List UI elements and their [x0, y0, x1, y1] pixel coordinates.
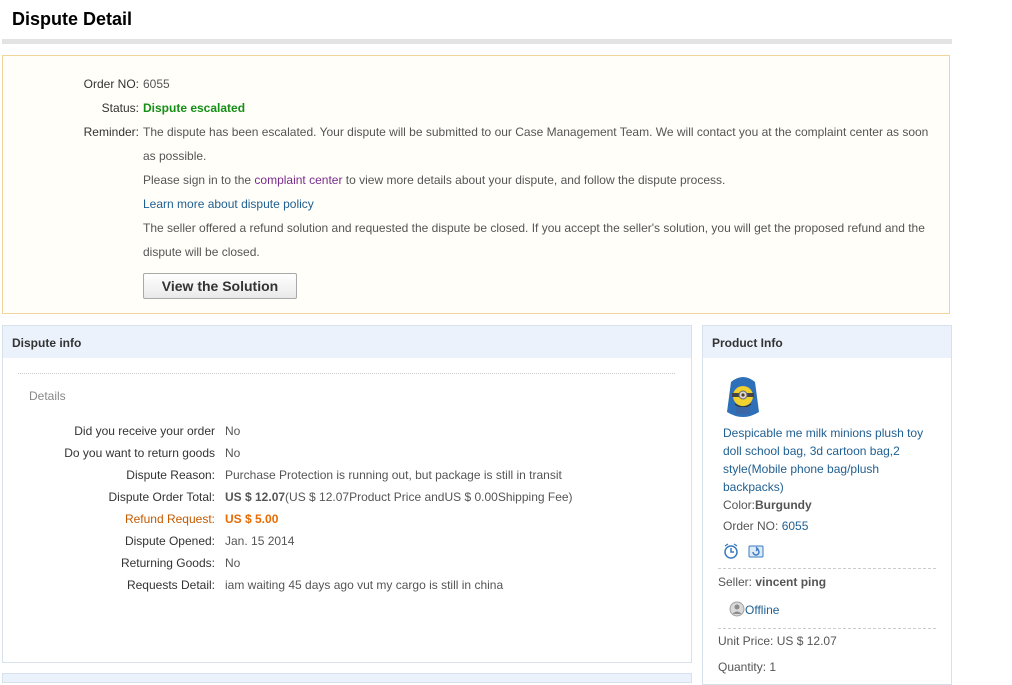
dispute-info-header: Dispute info: [3, 326, 691, 358]
order-total-amount: US $ 12.07: [225, 490, 286, 504]
details-divider: [18, 373, 675, 374]
seller-row: Seller: vincent ping: [718, 573, 826, 591]
detail-value: Jan. 15 2014: [225, 534, 295, 548]
detail-row-opened: Dispute Opened: Jan. 15 2014: [3, 530, 691, 552]
detail-value: No: [225, 446, 241, 460]
detail-value: Purchase Protection is running out, but …: [225, 468, 562, 482]
detail-label: Requests Detail:: [126, 578, 215, 592]
product-title-link[interactable]: Despicable me milk minions plush toy dol…: [723, 424, 938, 496]
quantity-label: Quantity:: [718, 660, 767, 674]
detail-label: Do you want to return goods: [64, 446, 215, 460]
detail-row-received: Did you receive your order No: [3, 420, 691, 442]
seller-offer-text: The seller offered a refund solution and…: [143, 221, 925, 259]
status-label: Status:: [101, 101, 139, 115]
detail-value: iam waiting 45 days ago vut my cargo is …: [225, 578, 504, 592]
detail-value: No: [225, 556, 241, 570]
signin-text-after: to view more details about your dispute,…: [342, 173, 726, 187]
dispute-info-panel: Dispute info Details Did you receive you…: [2, 325, 692, 663]
product-color: Color:Burgundy: [723, 496, 812, 514]
detail-row-return-goods: Do you want to return goods No: [3, 442, 691, 464]
reminder-label: Reminder:: [83, 125, 139, 139]
details-label: Details: [29, 389, 66, 403]
seller-name: vincent ping: [755, 575, 827, 589]
color-value: Burgundy: [755, 498, 812, 512]
page-title: Dispute Detail: [12, 9, 133, 29]
user-status-icon: [729, 601, 745, 617]
clock-icon[interactable]: [723, 543, 739, 559]
detail-row-requests-detail: Requests Detail: iam waiting 45 days ago…: [3, 574, 691, 596]
unit-price-value: US $ 12.07: [776, 634, 837, 648]
seller-status-row: Offline: [729, 601, 779, 619]
detail-row-reason: Dispute Reason: Purchase Protection is r…: [3, 464, 691, 486]
seller-label: Seller:: [718, 575, 753, 589]
next-panel-header: [2, 673, 692, 683]
detail-label: Returning Goods:: [120, 556, 215, 570]
quantity-row: Quantity: 1: [718, 658, 776, 676]
refresh-icon[interactable]: [748, 543, 764, 559]
reminder-text: The dispute has been escalated. Your dis…: [143, 125, 929, 163]
order-no-value: 6055: [143, 77, 170, 91]
detail-label: Did you receive your order: [74, 424, 215, 438]
detail-label: Dispute Reason:: [126, 468, 215, 482]
product-divider: [718, 628, 936, 629]
policy-wrap: Learn more about dispute policy: [143, 192, 933, 216]
seller-status-link[interactable]: Offline: [745, 603, 779, 617]
unit-price-label: Unit Price:: [718, 634, 774, 648]
product-thumbnail[interactable]: [723, 372, 763, 422]
product-info-header: Product Info: [703, 326, 951, 358]
detail-row-returning-goods: Returning Goods: No: [3, 552, 691, 574]
dispute-status-box: Order NO: 6055 Status: Dispute escalated…: [2, 55, 950, 314]
status-value: Dispute escalated: [143, 101, 246, 115]
refund-amount: US $ 5.00: [225, 512, 279, 526]
product-info-panel: Product Info Despicable me milk minions …: [702, 325, 952, 685]
product-order-no: Order NO: 6055: [723, 517, 808, 535]
signin-text: Please sign in to the complaint center t…: [143, 168, 933, 192]
detail-label: Dispute Order Total:: [108, 490, 216, 504]
detail-value: No: [225, 424, 241, 438]
order-no-label: Order NO:: [83, 77, 139, 91]
title-divider: [2, 39, 952, 44]
order-no-link[interactable]: 6055: [782, 519, 809, 533]
dispute-policy-link[interactable]: Learn more about dispute policy: [143, 197, 314, 211]
signin-text-before: Please sign in to the: [143, 173, 255, 187]
quantity-value: 1: [769, 660, 777, 674]
complaint-center-link[interactable]: complaint center: [254, 173, 342, 187]
detail-label: Refund Request:: [124, 512, 215, 526]
unit-price-row: Unit Price: US $ 12.07: [718, 632, 837, 650]
detail-label: Dispute Opened:: [124, 534, 215, 548]
detail-row-refund-request: Refund Request: US $ 5.00: [3, 508, 691, 530]
view-solution-button[interactable]: View the Solution: [143, 273, 297, 299]
order-total-breakdown: (US $ 12.07Product Price andUS $ 0.00Shi…: [285, 490, 573, 504]
detail-value-wrap: US $ 12.07(US $ 12.07Product Price andUS…: [225, 486, 573, 508]
color-label: Color:: [723, 498, 756, 512]
product-divider: [718, 568, 936, 569]
detail-row-order-total: Dispute Order Total: US $ 12.07(US $ 12.…: [3, 486, 691, 508]
order-no-label: Order NO:: [723, 519, 779, 533]
